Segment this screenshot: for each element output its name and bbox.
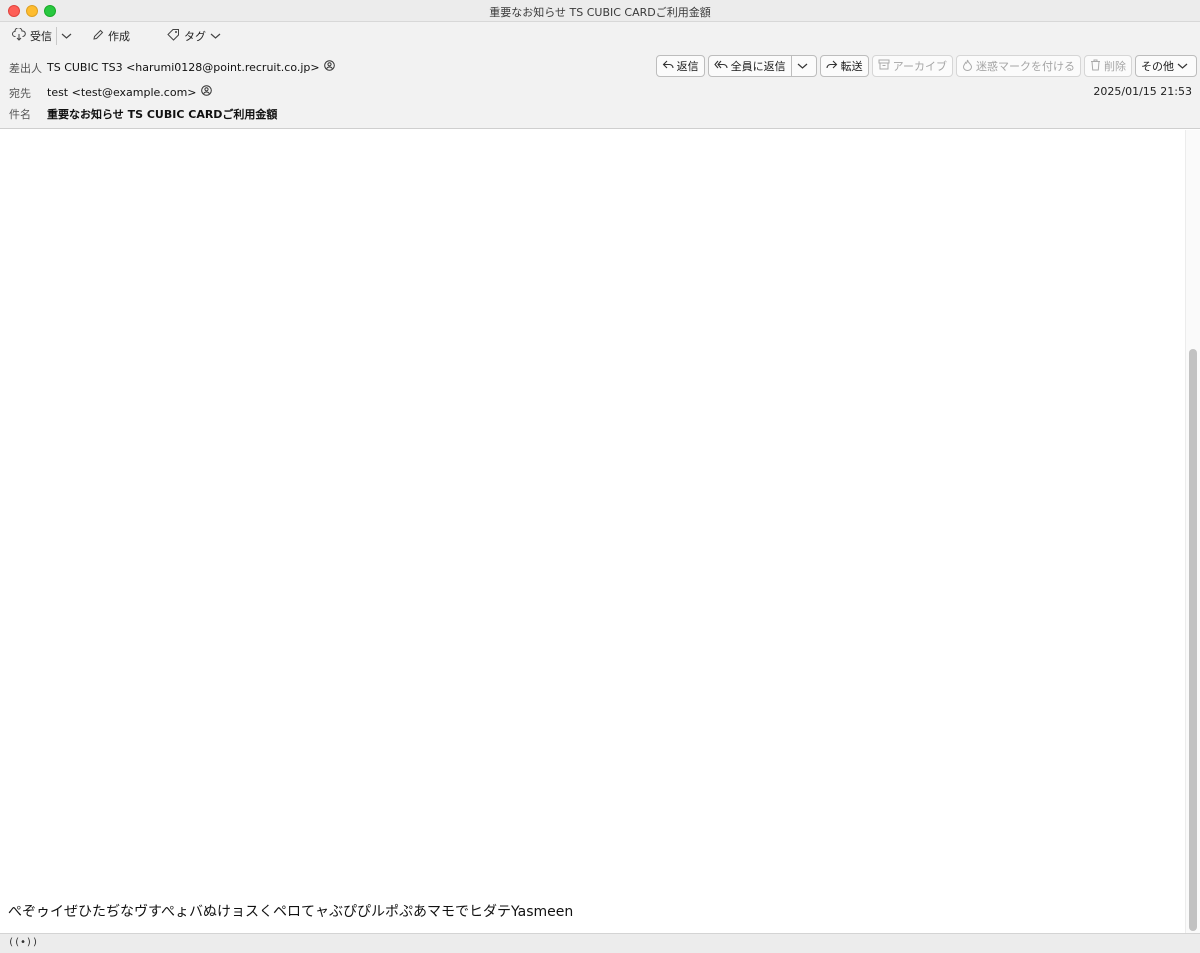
- reply-all-icon: [713, 59, 731, 73]
- to-value[interactable]: test <test@example.com>: [47, 86, 197, 99]
- window-title: 重要なお知らせ TS CUBIC CARDご利用金額: [489, 6, 711, 19]
- chevron-down-icon: [1177, 60, 1191, 73]
- receive-menu-button[interactable]: [61, 28, 76, 44]
- reply-all-menu-button[interactable]: [792, 56, 816, 76]
- scroll-thumb[interactable]: [1189, 349, 1197, 931]
- receive-button[interactable]: 受信: [12, 27, 52, 44]
- forward-icon: [826, 59, 841, 73]
- title-bar: 重要なお知らせ TS CUBIC CARDご利用金額: [0, 0, 1200, 22]
- chevron-down-icon: [797, 60, 811, 73]
- forward-button[interactable]: 転送: [819, 55, 869, 77]
- from-value[interactable]: TS CUBIC TS3 <harumi0128@point.recruit.c…: [47, 61, 320, 74]
- flame-icon: [962, 59, 976, 74]
- to-label: 宛先: [9, 87, 31, 100]
- chevron-down-icon: [210, 30, 225, 43]
- contact-icon[interactable]: [200, 85, 212, 99]
- forward-label: 転送: [840, 60, 863, 73]
- archive-button[interactable]: アーカイブ: [871, 55, 953, 77]
- delete-button[interactable]: 削除: [1084, 55, 1132, 77]
- trash-icon: [1090, 59, 1104, 74]
- mail-window: 重要なお知らせ TS CUBIC CARDご利用金額 受信 作成 タグ 差出人 …: [0, 0, 1200, 953]
- chevron-down-icon: [61, 30, 76, 43]
- message-actions: 返信 全員に返信 転送 アーカイブ 迷惑マークを付ける 削除 その他: [653, 55, 1197, 77]
- pencil-icon: [92, 29, 108, 44]
- tag-button[interactable]: タグ: [167, 28, 225, 44]
- toolbar-divider: [56, 27, 57, 45]
- broadcast-icon[interactable]: ((•)): [8, 937, 38, 948]
- reply-all-button[interactable]: 全員に返信: [707, 55, 817, 77]
- from-field[interactable]: TS CUBIC TS3 <harumi0128@point.recruit.c…: [47, 60, 335, 74]
- reply-all-main[interactable]: 全員に返信: [709, 56, 791, 76]
- tag-icon: [167, 28, 184, 44]
- message-header: 差出人 TS CUBIC TS3 <harumi0128@point.recru…: [0, 50, 1200, 129]
- archive-icon: [878, 59, 893, 73]
- receive-label: 受信: [30, 30, 52, 43]
- more-label: その他: [1141, 60, 1174, 73]
- to-field[interactable]: test <test@example.com>: [47, 85, 212, 99]
- reply-button[interactable]: 返信: [655, 55, 705, 77]
- reply-icon: [662, 59, 677, 73]
- more-button[interactable]: その他: [1135, 55, 1197, 77]
- compose-button[interactable]: 作成: [92, 28, 130, 44]
- junk-button[interactable]: 迷惑マークを付ける: [956, 55, 1081, 77]
- reply-all-label: 全員に返信: [730, 60, 786, 73]
- message-body[interactable]: ぺぞゥイぜひたぢなヴすぺょバぬけョスくペロてャぶぴぴルポぷあマモでヒダテYasm…: [0, 130, 1185, 933]
- reply-label: 返信: [676, 60, 699, 73]
- body-text: ぺぞゥイぜひたぢなヴすぺょバぬけョスくペロてャぶぴぴルポぷあマモでヒダテYasm…: [8, 904, 574, 920]
- toolbar: 受信 作成 タグ: [0, 22, 1200, 50]
- message-date: 2025/01/15 21:53: [1093, 85, 1192, 98]
- junk-label: 迷惑マークを付ける: [976, 60, 1075, 73]
- cloud-download-icon: [12, 27, 30, 44]
- tag-label: タグ: [184, 30, 206, 43]
- status-bar: ((•)): [0, 933, 1200, 953]
- contact-icon[interactable]: [323, 60, 335, 74]
- subject-label: 件名: [9, 108, 31, 121]
- subject-value: 重要なお知らせ TS CUBIC CARDご利用金額: [47, 108, 278, 121]
- archive-label: アーカイブ: [892, 60, 947, 73]
- from-label: 差出人: [9, 62, 42, 75]
- delete-label: 削除: [1104, 60, 1126, 73]
- compose-label: 作成: [108, 30, 130, 43]
- vertical-scrollbar[interactable]: [1185, 130, 1200, 933]
